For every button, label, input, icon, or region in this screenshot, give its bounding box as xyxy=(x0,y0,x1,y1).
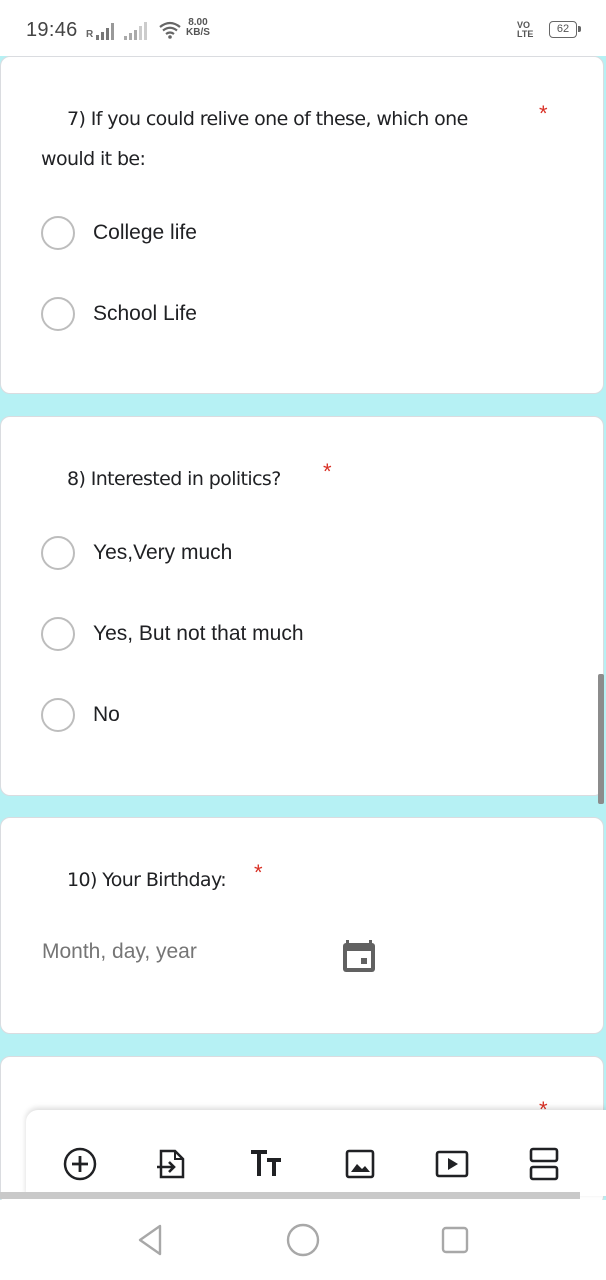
option-label: College life xyxy=(93,221,197,244)
back-icon[interactable] xyxy=(134,1222,170,1258)
radio-button[interactable] xyxy=(41,536,75,570)
required-asterisk: * xyxy=(254,860,263,885)
option-label: School Life xyxy=(93,302,197,325)
radio-option-no[interactable]: No xyxy=(41,697,120,733)
add-question-icon[interactable] xyxy=(62,1146,98,1182)
home-icon[interactable] xyxy=(285,1222,321,1258)
radio-button[interactable] xyxy=(41,617,75,651)
option-label: Yes, But not that much xyxy=(93,622,304,645)
title-description-icon[interactable] xyxy=(248,1146,284,1182)
battery-icon: 62 xyxy=(549,21,581,38)
required-asterisk: * xyxy=(539,101,548,126)
option-label: Yes,Very much xyxy=(93,541,233,564)
radio-option-college-life[interactable]: College life xyxy=(41,215,197,251)
toolbar-divider xyxy=(0,1192,580,1199)
import-questions-icon[interactable] xyxy=(154,1146,190,1182)
video-icon[interactable] xyxy=(434,1146,470,1182)
option-label: No xyxy=(93,703,120,726)
question-card-8: 8) Interested in politics? * Yes,Very mu… xyxy=(0,416,604,796)
radio-option-school-life[interactable]: School Life xyxy=(41,296,197,332)
question-card-7: 7) If you could relive one of these, whi… xyxy=(0,56,604,394)
date-input[interactable]: Month, day, year xyxy=(42,940,197,964)
recents-icon[interactable] xyxy=(437,1222,473,1258)
signal-1-icon xyxy=(96,22,118,40)
calendar-icon[interactable] xyxy=(343,938,375,972)
radio-button[interactable] xyxy=(41,297,75,331)
volte-indicator: VO LTE xyxy=(517,20,534,39)
status-bar: 19:46 R 8.00 KB/S VO LTE 62 xyxy=(0,0,606,56)
question-title-continued: would it be: xyxy=(41,148,146,170)
roaming-indicator: R xyxy=(86,29,94,40)
question-card-10: 10) Your Birthday: * Month, day, year xyxy=(0,817,604,1034)
form-toolbar xyxy=(26,1110,606,1196)
image-icon[interactable] xyxy=(342,1146,378,1182)
network-speed: 8.00 KB/S xyxy=(186,17,210,38)
system-nav-bar xyxy=(0,1200,606,1280)
radio-button[interactable] xyxy=(41,216,75,250)
question-title: 10) Your Birthday: xyxy=(67,869,227,891)
signal-2-icon xyxy=(124,22,150,40)
question-title: 7) If you could relive one of these, whi… xyxy=(67,108,468,130)
radio-button[interactable] xyxy=(41,698,75,732)
scrollbar[interactable] xyxy=(598,674,604,804)
section-icon[interactable] xyxy=(526,1146,562,1182)
wifi-icon xyxy=(159,21,181,39)
radio-option-yes-very-much[interactable]: Yes,Very much xyxy=(41,535,232,571)
clock: 19:46 xyxy=(26,19,78,41)
question-title: 8) Interested in politics? xyxy=(67,468,281,490)
required-asterisk: * xyxy=(323,459,332,484)
radio-option-yes-not-much[interactable]: Yes, But not that much xyxy=(41,616,304,652)
